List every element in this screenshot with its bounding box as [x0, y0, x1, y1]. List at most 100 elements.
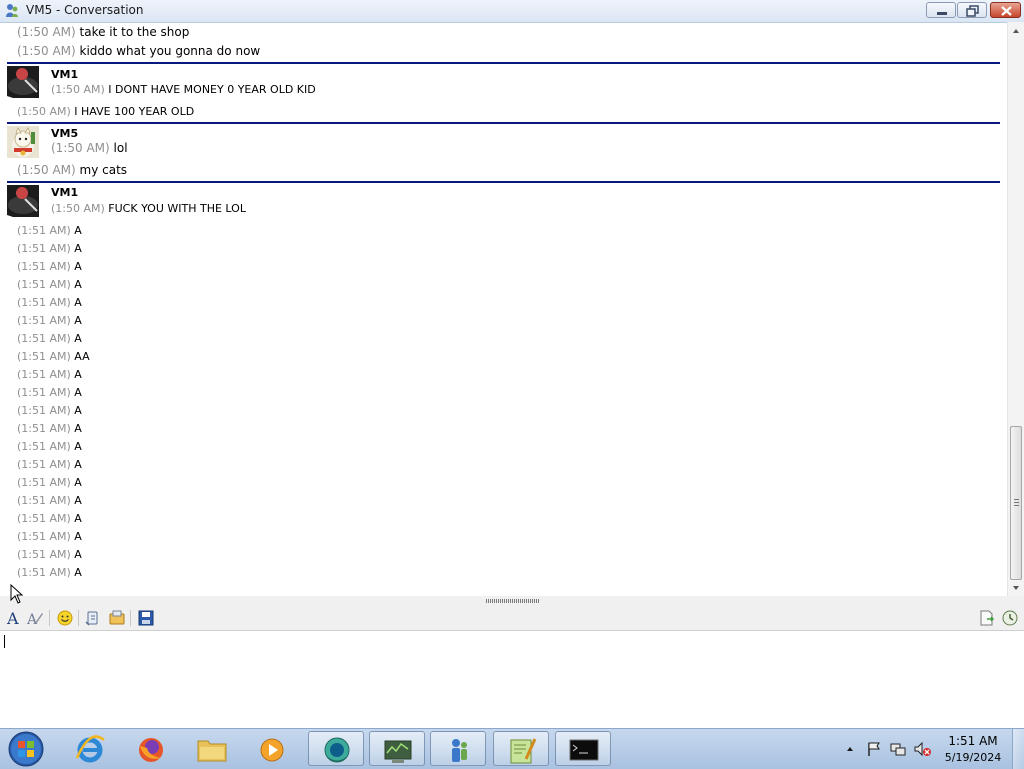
taskbar-internet-explorer[interactable] — [62, 731, 118, 766]
taskbar-firefox[interactable] — [123, 731, 179, 766]
toolbar-separator — [78, 610, 79, 626]
message-input[interactable] — [0, 631, 1024, 728]
message-text: A — [74, 260, 82, 273]
message-line: (1:51 AM) A — [17, 440, 82, 453]
font-icon[interactable]: A — [5, 609, 23, 627]
taskbar-network-people[interactable] — [430, 731, 486, 766]
sender-name: VM5 — [51, 127, 79, 140]
timestamp: (1:51 AM) — [17, 494, 71, 507]
network-icon[interactable] — [890, 741, 906, 757]
grip-line — [1014, 502, 1019, 503]
timestamp: (1:51 AM) — [17, 476, 71, 489]
pane-splitter[interactable] — [0, 596, 1024, 606]
splitter-grip[interactable] — [486, 599, 540, 603]
message-line: (1:51 AM) A — [17, 530, 82, 543]
message-line: (1:51 AM) A — [17, 512, 82, 525]
message-line: (1:51 AM) A — [17, 296, 82, 309]
text-caret — [4, 635, 5, 648]
message-text: lol — [113, 141, 128, 155]
message-line: (1:51 AM) A — [17, 494, 82, 507]
vm5-avatar — [7, 126, 39, 158]
message-text: my cats — [79, 163, 128, 177]
message-text: A — [74, 332, 82, 345]
message-line: (1:51 AM) A — [17, 548, 82, 561]
message-line: (1:50 AM) kiddo what you gonna do now — [17, 44, 260, 58]
action-center-flag-icon[interactable] — [866, 741, 882, 757]
message-text: A — [74, 548, 82, 561]
firefox-icon — [139, 738, 163, 762]
scroll-down-arrow-icon[interactable] — [1011, 583, 1021, 593]
taskbar-file-explorer[interactable] — [184, 731, 240, 766]
minimize-button[interactable] — [926, 2, 956, 18]
formatting-toolbar: A A — [0, 606, 1024, 631]
clock-time[interactable]: 1:51 AM — [936, 734, 1010, 748]
timestamp: (1:50 AM) — [51, 202, 105, 215]
message-text: AA — [74, 350, 90, 363]
nudge-icon[interactable] — [84, 609, 102, 627]
taskbar-system-monitor[interactable] — [369, 731, 425, 766]
save-icon[interactable] — [137, 609, 155, 627]
message-line: (1:51 AM) AA — [17, 350, 90, 363]
restore-icon — [966, 5, 979, 17]
timestamp: (1:51 AM) — [17, 260, 71, 273]
message-line: (1:50 AM) I DONT HAVE MONEY 0 YEAR OLD K… — [51, 83, 316, 96]
message-line: (1:51 AM) A — [17, 566, 82, 579]
restore-button[interactable] — [957, 2, 987, 18]
vm1-avatar — [7, 185, 39, 217]
vm1-avatar — [7, 66, 39, 98]
toolbar-separator — [49, 610, 50, 626]
scroll-up-arrow-icon[interactable] — [1011, 26, 1021, 36]
command-prompt-icon — [569, 739, 599, 761]
start-button[interactable] — [6, 730, 46, 768]
taskbar-media-player[interactable] — [244, 731, 300, 766]
window-title: VM5 - Conversation — [26, 3, 144, 17]
message-text: A — [74, 458, 82, 471]
internet-explorer-icon — [75, 735, 105, 763]
close-icon — [1001, 6, 1012, 16]
conversation-scrollbar[interactable] — [1007, 22, 1024, 596]
message-text: A — [74, 404, 82, 417]
message-line: (1:51 AM) A — [17, 314, 82, 327]
message-line: (1:51 AM) A — [17, 242, 82, 255]
message-divider — [7, 122, 1000, 124]
timestamp: (1:51 AM) — [17, 386, 71, 399]
timestamp: (1:50 AM) — [51, 83, 105, 96]
wink-icon[interactable] — [108, 609, 126, 627]
close-button[interactable] — [990, 2, 1021, 18]
timestamp: (1:51 AM) — [17, 530, 71, 543]
timestamp: (1:51 AM) — [17, 458, 71, 471]
clock-date[interactable]: 5/19/2024 — [936, 751, 1010, 764]
show-desktop-button[interactable] — [1012, 729, 1024, 769]
timestamp: (1:50 AM) — [17, 25, 76, 39]
people-icon — [452, 739, 467, 762]
svg-text:A: A — [6, 609, 19, 627]
show-hidden-icons-arrow-icon[interactable] — [845, 741, 855, 757]
timestamp: (1:51 AM) — [17, 350, 71, 363]
sender-name: VM1 — [51, 186, 79, 199]
font-color-icon[interactable]: A — [26, 609, 44, 627]
volume-muted-icon[interactable] — [914, 741, 932, 757]
message-text: take it to the shop — [79, 25, 190, 39]
scrollbar-thumb[interactable] — [1010, 426, 1022, 580]
history-icon[interactable] — [1001, 609, 1019, 627]
taskbar-notepad-plus-plus[interactable] — [493, 731, 549, 766]
taskbar: 1:51 AM 5/19/2024 — [0, 728, 1024, 769]
message-text: A — [74, 440, 82, 453]
minimize-icon — [937, 12, 947, 15]
messenger-icon — [324, 737, 350, 763]
emoticon-icon[interactable] — [56, 609, 74, 627]
timestamp: (1:50 AM) — [51, 141, 110, 155]
mouse-pointer-icon — [10, 584, 24, 604]
taskbar-command-prompt[interactable] — [555, 731, 611, 766]
media-player-icon — [260, 738, 284, 762]
timestamp: (1:50 AM) — [17, 44, 76, 58]
message-text: A — [74, 530, 82, 543]
message-line: (1:51 AM) A — [17, 332, 82, 345]
send-file-icon[interactable] — [978, 609, 996, 627]
taskbar-messenger[interactable] — [308, 731, 364, 766]
message-text: A — [74, 386, 82, 399]
grip-line — [1014, 505, 1019, 506]
message-divider — [7, 181, 1000, 183]
message-line: (1:50 AM) I HAVE 100 YEAR OLD — [17, 105, 194, 118]
folder-icon — [197, 740, 227, 762]
